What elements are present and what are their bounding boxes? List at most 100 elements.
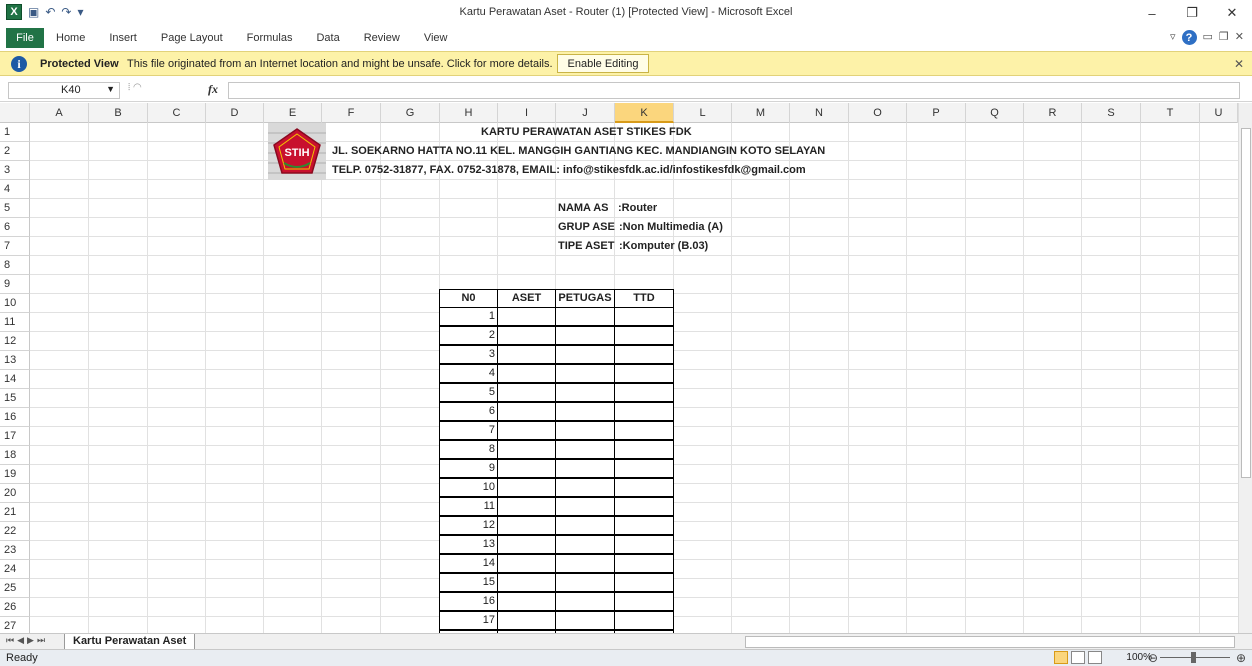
zoom-out-icon[interactable]: ⊖ xyxy=(1148,651,1158,665)
page-break-view-icon[interactable] xyxy=(1088,651,1102,664)
help-icon[interactable]: ? xyxy=(1181,30,1197,45)
close-icon[interactable]: ✕ xyxy=(1234,57,1244,71)
workbook-minimize-icon[interactable]: ▭ xyxy=(1203,30,1213,45)
column-header[interactable]: S xyxy=(1082,103,1141,123)
column-header[interactable]: O xyxy=(849,103,907,123)
horizontal-scrollbar[interactable] xyxy=(745,636,1235,648)
row-header[interactable]: 13 xyxy=(0,351,30,370)
row-header[interactable]: 21 xyxy=(0,503,30,522)
row-header[interactable]: 2 xyxy=(0,142,30,161)
column-header-selected[interactable]: K xyxy=(615,103,674,123)
column-header[interactable]: G xyxy=(381,103,440,123)
row-header[interactable]: 6 xyxy=(0,218,30,237)
row-header[interactable]: 26 xyxy=(0,598,30,617)
row-header[interactable]: 5 xyxy=(0,199,30,218)
sheet-navigation-icon[interactable]: ⏮◀▶⏭ xyxy=(6,635,48,646)
tab-page-layout[interactable]: Page Layout xyxy=(149,32,235,44)
scrollbar-thumb[interactable] xyxy=(1241,128,1251,478)
vertical-scrollbar[interactable] xyxy=(1238,103,1252,633)
row-header[interactable]: 25 xyxy=(0,579,30,598)
tab-home[interactable]: Home xyxy=(44,32,97,44)
title-bar: X ▣ ↶ ↷ ▾ Kartu Perawatan Aset - Router … xyxy=(0,0,1252,26)
restore-button[interactable]: ❐ xyxy=(1172,0,1212,26)
protected-view-message[interactable]: This file originated from an Internet lo… xyxy=(127,58,553,70)
formula-input[interactable] xyxy=(228,82,1240,99)
row-header[interactable]: 11 xyxy=(0,313,30,332)
column-header[interactable]: H xyxy=(440,103,498,123)
protected-view-bar: i Protected View This file originated fr… xyxy=(0,51,1252,76)
column-header[interactable]: L xyxy=(674,103,732,123)
window-title: Kartu Perawatan Aset - Router (1) [Prote… xyxy=(459,6,793,18)
column-header[interactable]: J xyxy=(556,103,615,123)
row-header[interactable]: 1 xyxy=(0,123,30,142)
column-header[interactable]: A xyxy=(30,103,89,123)
file-tab[interactable]: File xyxy=(6,28,44,48)
normal-view-icon[interactable] xyxy=(1054,651,1068,664)
row-header[interactable]: 9 xyxy=(0,275,30,294)
formula-bar: K40 ▼ ⦙ ◠ fx xyxy=(0,80,1252,102)
info-label: TIPE ASET xyxy=(558,240,615,252)
column-header[interactable]: N xyxy=(790,103,849,123)
info-value: :Komputer (B.03) xyxy=(619,240,709,252)
row-header[interactable]: 3 xyxy=(0,161,30,180)
enable-editing-button[interactable]: Enable Editing xyxy=(557,54,649,73)
row-header[interactable]: 17 xyxy=(0,427,30,446)
row-header[interactable]: 10 xyxy=(0,294,30,313)
worksheet-grid[interactable]: KARTU PERAWATAN ASET STIKES FDK JL. SOEK… xyxy=(30,123,1238,633)
row-header[interactable]: 8 xyxy=(0,256,30,275)
column-header[interactable]: I xyxy=(498,103,556,123)
row-header[interactable]: 19 xyxy=(0,465,30,484)
zoom-slider-thumb[interactable] xyxy=(1191,652,1196,663)
table-header: PETUGAS xyxy=(555,289,615,308)
sheet-tab[interactable]: Kartu Perawatan Aset xyxy=(64,634,196,650)
column-header[interactable]: B xyxy=(89,103,148,123)
row-header[interactable]: 18 xyxy=(0,446,30,465)
info-value: :Router xyxy=(618,202,658,214)
info-icon: i xyxy=(11,56,27,72)
column-header[interactable]: D xyxy=(206,103,264,123)
name-box[interactable]: K40 ▼ xyxy=(8,82,120,99)
row-header[interactable]: 12 xyxy=(0,332,30,351)
row-header[interactable]: 20 xyxy=(0,484,30,503)
chevron-down-icon[interactable]: ▼ xyxy=(106,84,115,94)
column-header[interactable]: Q xyxy=(966,103,1024,123)
column-header[interactable]: C xyxy=(148,103,206,123)
row-header[interactable]: 4 xyxy=(0,180,30,199)
tab-insert[interactable]: Insert xyxy=(97,32,149,44)
sheet-contact: TELP. 0752-31877, FAX. 0752-31878, EMAIL… xyxy=(332,164,806,176)
info-label: GRUP ASE xyxy=(558,221,615,233)
select-all-button[interactable] xyxy=(0,103,30,123)
ribbon-minimize-icon[interactable]: ▿ xyxy=(1170,30,1176,45)
row-header[interactable]: 22 xyxy=(0,522,30,541)
row-header[interactable]: 15 xyxy=(0,389,30,408)
column-header[interactable]: P xyxy=(907,103,966,123)
page-layout-view-icon[interactable] xyxy=(1071,651,1085,664)
insert-function-icon[interactable]: fx xyxy=(208,82,218,97)
tab-review[interactable]: Review xyxy=(352,32,412,44)
ribbon: File Home Insert Page Layout Formulas Da… xyxy=(0,26,1252,50)
column-header[interactable]: R xyxy=(1024,103,1082,123)
tab-view[interactable]: View xyxy=(412,32,460,44)
tab-data[interactable]: Data xyxy=(304,32,351,44)
column-header[interactable]: M xyxy=(732,103,790,123)
row-header[interactable]: 16 xyxy=(0,408,30,427)
column-header[interactable]: F xyxy=(322,103,381,123)
info-value: :Non Multimedia (A) xyxy=(619,221,723,233)
row-header[interactable]: 24 xyxy=(0,560,30,579)
zoom-in-icon[interactable]: ⊕ xyxy=(1236,651,1246,665)
table-header: N0 xyxy=(439,289,498,308)
minimize-button[interactable]: – xyxy=(1132,0,1172,26)
row-header[interactable]: 14 xyxy=(0,370,30,389)
table-header: ASET xyxy=(497,289,556,308)
close-button[interactable]: ✕ xyxy=(1212,0,1252,26)
column-header[interactable]: T xyxy=(1141,103,1200,123)
column-header[interactable]: E xyxy=(264,103,322,123)
row-header[interactable]: 23 xyxy=(0,541,30,560)
workbook-close-icon[interactable]: ✕ xyxy=(1235,30,1244,45)
stikes-logo: STIH xyxy=(268,123,326,180)
tab-formulas[interactable]: Formulas xyxy=(235,32,305,44)
row-header[interactable]: 7 xyxy=(0,237,30,256)
workbook-restore-icon[interactable]: ❐ xyxy=(1219,30,1229,45)
column-header[interactable]: U xyxy=(1200,103,1238,123)
status-ready: Ready xyxy=(6,652,38,664)
